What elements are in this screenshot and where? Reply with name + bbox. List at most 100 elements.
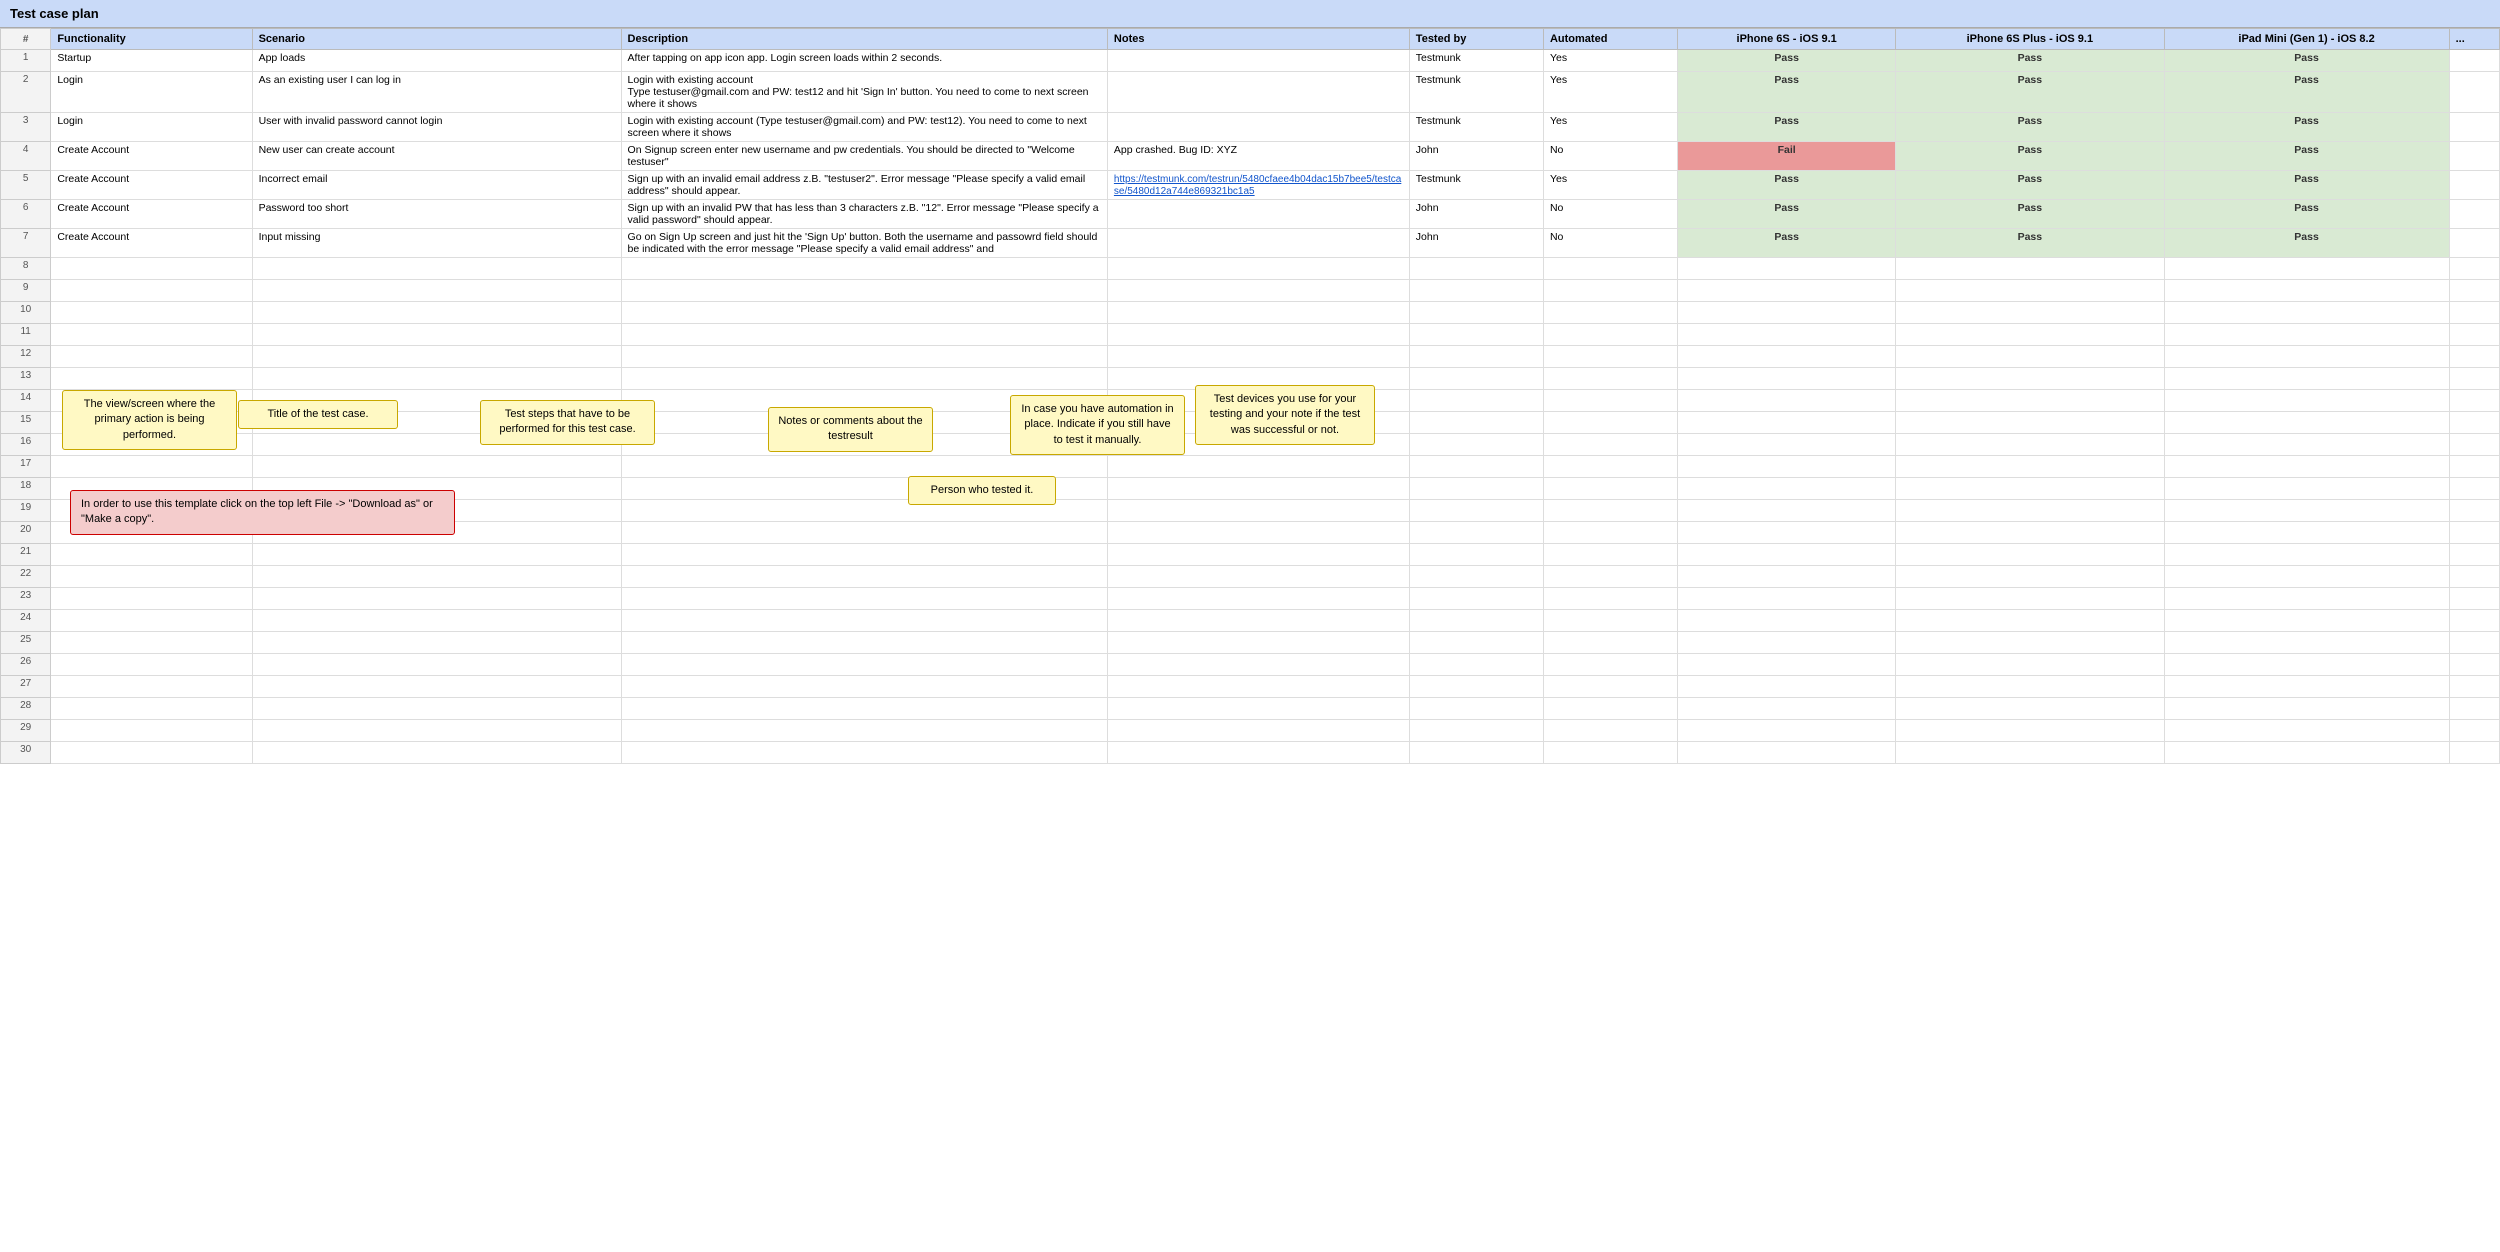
empty-cell (1409, 522, 1543, 544)
empty-cell (252, 346, 621, 368)
empty-cell (1678, 258, 1896, 280)
cell-description: Sign up with an invalid PW that has less… (621, 200, 1107, 229)
empty-cell (1543, 478, 1677, 500)
cell-ipadmini-result: Pass (2164, 229, 2449, 258)
cell-functionality: Create Account (51, 142, 252, 171)
empty-cell (1107, 258, 1409, 280)
empty-row: 9 (1, 280, 2500, 302)
col-header-iphone6splus: iPhone 6S Plus - iOS 9.1 (1896, 29, 2164, 50)
empty-cell (1543, 412, 1677, 434)
empty-cell (1678, 698, 1896, 720)
row-number: 23 (1, 588, 51, 610)
col-header-ipadmini: iPad Mini (Gen 1) - iOS 8.2 (2164, 29, 2449, 50)
empty-cell (1107, 566, 1409, 588)
empty-cell (1896, 676, 2164, 698)
cell-iphone6s-result: Pass (1678, 50, 1896, 72)
row-number: 7 (1, 229, 51, 258)
cell-notes: App crashed. Bug ID: XYZ (1107, 142, 1409, 171)
empty-cell (1409, 698, 1543, 720)
empty-cell (1678, 720, 1896, 742)
empty-cell (1543, 676, 1677, 698)
col-header-functionality: Functionality (51, 29, 252, 50)
empty-cell (1896, 610, 2164, 632)
empty-cell (1107, 610, 1409, 632)
empty-cell (2449, 390, 2499, 412)
cell-automated: No (1543, 200, 1677, 229)
row-number: 25 (1, 632, 51, 654)
empty-cell (252, 698, 621, 720)
empty-cell (2164, 500, 2449, 522)
empty-cell (2164, 522, 2449, 544)
row-number: 27 (1, 676, 51, 698)
empty-cell (621, 258, 1107, 280)
empty-cell (1896, 412, 2164, 434)
empty-cell (1409, 544, 1543, 566)
empty-cell (1409, 302, 1543, 324)
row-number: 12 (1, 346, 51, 368)
empty-cell (51, 390, 252, 412)
empty-cell (252, 742, 621, 764)
empty-cell (1409, 632, 1543, 654)
empty-cell (621, 302, 1107, 324)
col-header-num: # (1, 29, 51, 50)
empty-row: 24 (1, 610, 2500, 632)
cell-notes (1107, 72, 1409, 113)
empty-cell (1409, 324, 1543, 346)
empty-cell (2449, 412, 2499, 434)
empty-cell (1107, 390, 1409, 412)
empty-cell (252, 368, 621, 390)
cell-tested-by: John (1409, 142, 1543, 171)
empty-cell (1107, 588, 1409, 610)
empty-cell (2449, 522, 2499, 544)
row-number: 8 (1, 258, 51, 280)
empty-row: 16 (1, 434, 2500, 456)
cell-functionality: Create Account (51, 229, 252, 258)
empty-cell (51, 280, 252, 302)
empty-cell (2164, 324, 2449, 346)
empty-row: 14 (1, 390, 2500, 412)
col-header-tested-by: Tested by (1409, 29, 1543, 50)
row-number: 21 (1, 544, 51, 566)
empty-cell (1409, 412, 1543, 434)
cell-scenario: Input missing (252, 229, 621, 258)
empty-cell (1896, 346, 2164, 368)
empty-cell (1896, 434, 2164, 456)
empty-cell (1678, 390, 1896, 412)
empty-cell (1543, 588, 1677, 610)
empty-cell (1678, 302, 1896, 324)
empty-cell (51, 258, 252, 280)
empty-cell (2449, 632, 2499, 654)
empty-cell (51, 478, 252, 500)
empty-cell (621, 720, 1107, 742)
cell-iphone6s-result: Pass (1678, 229, 1896, 258)
empty-cell (51, 632, 252, 654)
table-row: 4Create AccountNew user can create accou… (1, 142, 2500, 171)
empty-cell (1107, 500, 1409, 522)
row-number: 22 (1, 566, 51, 588)
empty-cell (51, 544, 252, 566)
empty-row: 19 (1, 500, 2500, 522)
empty-cell (51, 676, 252, 698)
empty-cell (51, 456, 252, 478)
empty-cell (2164, 302, 2449, 324)
empty-cell (1409, 500, 1543, 522)
cell-iphone6splus-result: Pass (1896, 229, 2164, 258)
empty-cell (1678, 412, 1896, 434)
empty-cell (621, 346, 1107, 368)
empty-cell (51, 698, 252, 720)
table-body: 1StartupApp loadsAfter tapping on app ic… (1, 50, 2500, 764)
empty-cell (252, 324, 621, 346)
empty-cell (2449, 544, 2499, 566)
empty-cell (2164, 676, 2449, 698)
empty-cell (1409, 720, 1543, 742)
empty-cell (1896, 654, 2164, 676)
cell-iphone6splus-result: Pass (1896, 171, 2164, 200)
cell-iphone6s-result: Pass (1678, 113, 1896, 142)
empty-cell (1678, 544, 1896, 566)
empty-cell (252, 544, 621, 566)
empty-cell (252, 632, 621, 654)
cell-functionality: Startup (51, 50, 252, 72)
empty-cell (2449, 588, 2499, 610)
empty-cell (252, 588, 621, 610)
empty-row: 28 (1, 698, 2500, 720)
